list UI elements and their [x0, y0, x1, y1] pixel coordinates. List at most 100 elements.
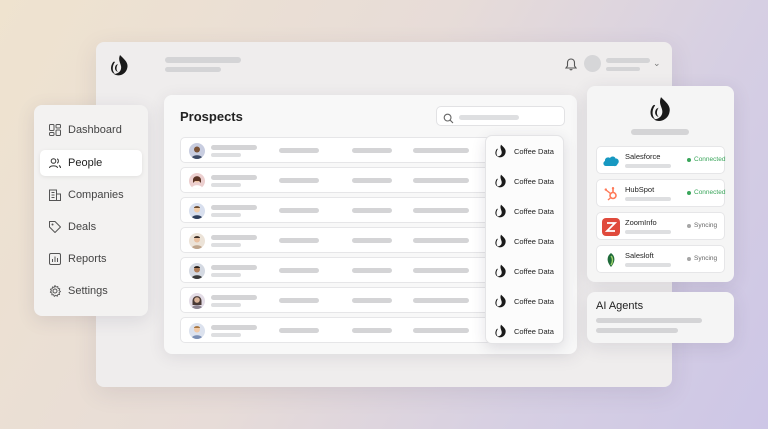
sidebar-item-label: People — [68, 157, 103, 169]
sidebar-item-label: Deals — [68, 221, 97, 233]
name-placeholder — [211, 295, 257, 300]
name-placeholder — [211, 205, 257, 210]
gear-icon — [48, 284, 62, 298]
status-badge: Syncing — [687, 222, 717, 229]
coffee-logo-icon — [494, 324, 508, 339]
cell-placeholder — [413, 238, 469, 243]
sidebar-item-companies[interactable]: Companies — [40, 182, 142, 208]
people-icon — [48, 156, 62, 170]
tag-icon — [48, 220, 62, 234]
integration-hubspot[interactable]: HubSpot Connected — [596, 179, 725, 207]
coffee-data-column: Coffee Data Coffee Data Coffee Data Coff… — [485, 135, 564, 344]
coffee-data-badge[interactable]: Coffee Data — [494, 172, 554, 190]
search-placeholder — [459, 115, 519, 120]
cell-placeholder — [279, 148, 319, 153]
avatar — [189, 293, 205, 309]
salesloft-icon — [602, 251, 620, 269]
avatar — [189, 233, 205, 249]
coffee-data-label: Coffee Data — [514, 206, 554, 216]
sidebar-item-label: Companies — [68, 189, 124, 201]
status-dot — [687, 223, 691, 228]
integrations-panel: Salesforce Connected HubSpot Connected Z… — [587, 86, 734, 282]
integration-name: ZoomInfo — [625, 218, 657, 227]
status-badge: Connected — [687, 189, 725, 196]
integrations-title-placeholder — [631, 129, 689, 135]
building-icon — [48, 188, 62, 202]
ai-agents-card[interactable]: AI Agents — [587, 292, 734, 343]
cell-placeholder — [413, 178, 469, 183]
coffee-data-badge[interactable]: Coffee Data — [494, 262, 554, 280]
cell-placeholder — [279, 178, 319, 183]
avatar — [189, 323, 205, 339]
name-placeholder — [211, 325, 257, 330]
sidebar: Dashboard People Companies Deals Reports… — [34, 105, 148, 316]
coffee-data-label: Coffee Data — [514, 236, 554, 246]
title-placeholder — [211, 183, 241, 187]
cell-placeholder — [413, 268, 469, 273]
integration-detail-placeholder — [625, 164, 671, 168]
coffee-logo-icon — [494, 264, 508, 279]
title-placeholder — [211, 303, 241, 307]
integration-detail-placeholder — [625, 263, 671, 267]
cell-placeholder — [413, 298, 469, 303]
cell-placeholder — [352, 208, 392, 213]
search-input[interactable] — [436, 106, 565, 126]
coffee-logo-icon — [648, 96, 674, 129]
ai-agents-title: AI Agents — [596, 300, 644, 312]
status-dot — [687, 157, 691, 162]
integration-salesloft[interactable]: Salesloft Syncing — [596, 245, 725, 273]
cell-placeholder — [352, 268, 392, 273]
salesforce-icon — [602, 152, 620, 170]
coffee-data-badge[interactable]: Coffee Data — [494, 202, 554, 220]
coffee-data-label: Coffee Data — [514, 296, 554, 306]
page-title: Prospects — [180, 109, 243, 124]
ai-agents-placeholder — [596, 318, 702, 323]
integration-name: Salesloft — [625, 251, 654, 260]
status-text: Syncing — [694, 222, 718, 229]
coffee-data-label: Coffee Data — [514, 176, 554, 186]
sidebar-item-people[interactable]: People — [40, 150, 142, 176]
user-role-placeholder — [606, 67, 640, 71]
coffee-data-badge[interactable]: Coffee Data — [494, 232, 554, 250]
status-text: Syncing — [694, 255, 718, 262]
status-text: Connected — [694, 156, 726, 163]
cell-placeholder — [413, 148, 469, 153]
status-text: Connected — [694, 189, 726, 196]
cell-placeholder — [279, 268, 319, 273]
avatar — [189, 203, 205, 219]
cell-placeholder — [279, 298, 319, 303]
avatar — [189, 143, 205, 159]
name-placeholder — [211, 175, 257, 180]
sidebar-item-reports[interactable]: Reports — [40, 246, 142, 272]
sidebar-item-label: Settings — [68, 285, 108, 297]
cell-placeholder — [352, 238, 392, 243]
chart-icon — [48, 252, 62, 266]
name-placeholder — [211, 235, 257, 240]
cell-placeholder — [352, 328, 392, 333]
coffee-data-badge[interactable]: Coffee Data — [494, 142, 554, 160]
coffee-logo-icon — [109, 54, 131, 78]
sidebar-item-settings[interactable]: Settings — [40, 278, 142, 304]
name-placeholder — [211, 265, 257, 270]
sidebar-item-dashboard[interactable]: Dashboard — [40, 117, 142, 143]
cell-placeholder — [279, 328, 319, 333]
ai-agents-placeholder — [596, 328, 678, 333]
coffee-data-badge[interactable]: Coffee Data — [494, 292, 554, 310]
sidebar-item-deals[interactable]: Deals — [40, 214, 142, 240]
cell-placeholder — [279, 208, 319, 213]
chevron-down-icon[interactable]: ⌄ — [653, 58, 661, 69]
cell-placeholder — [352, 178, 392, 183]
cell-placeholder — [352, 148, 392, 153]
cell-placeholder — [279, 238, 319, 243]
coffee-logo-icon — [494, 174, 508, 189]
header-title-placeholder — [165, 57, 241, 63]
title-placeholder — [211, 333, 241, 337]
status-badge: Connected — [687, 156, 725, 163]
coffee-data-badge[interactable]: Coffee Data — [494, 322, 554, 340]
title-placeholder — [211, 153, 241, 157]
integration-salesforce[interactable]: Salesforce Connected — [596, 146, 725, 174]
bell-icon[interactable] — [564, 58, 578, 76]
integration-zoominfo[interactable]: ZoomInfo Syncing — [596, 212, 725, 240]
user-avatar[interactable] — [584, 55, 601, 72]
coffee-logo-icon — [494, 234, 508, 249]
